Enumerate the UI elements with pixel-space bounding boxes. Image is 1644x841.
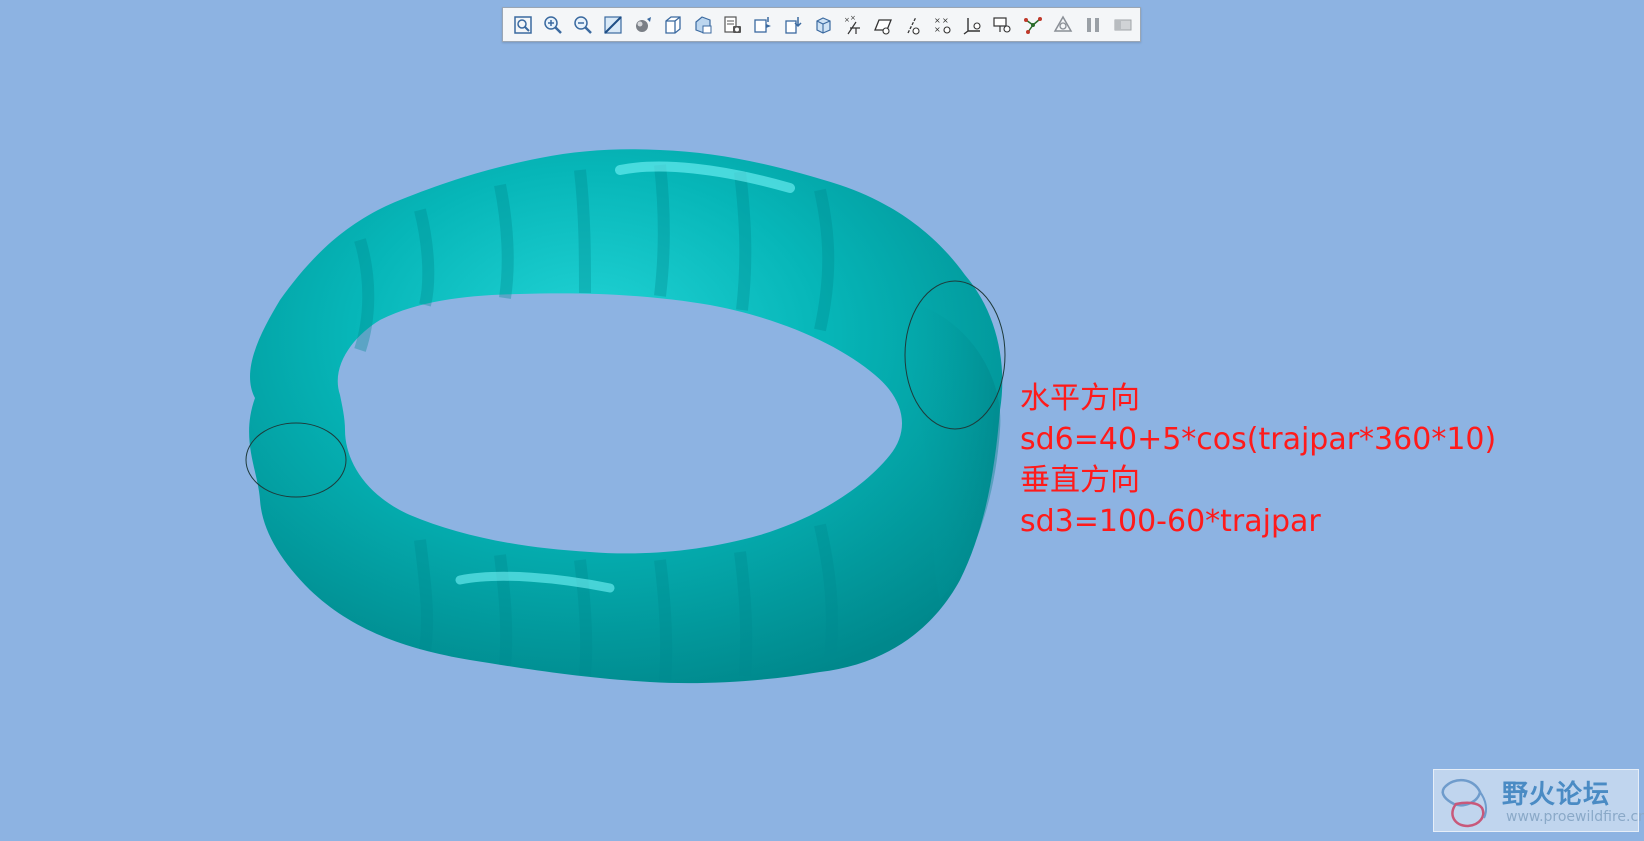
regenerate-button[interactable] <box>1049 11 1076 38</box>
annotation-display-button[interactable] <box>989 11 1016 38</box>
horizontal-formula: sd6=40+5*cos(trajpar*360*10) <box>1020 422 1497 457</box>
vertical-direction-label: 垂直方向 <box>1020 463 1140 498</box>
svg-text:×: × <box>844 16 850 24</box>
axis-display-button[interactable] <box>899 11 926 38</box>
regenerate-icon <box>1053 14 1072 32</box>
zoom-in-icon <box>543 15 562 34</box>
perspective-view-button[interactable] <box>779 11 806 38</box>
connection-display-icon <box>1023 16 1042 34</box>
repaint-icon <box>603 15 622 34</box>
csys-display-button[interactable] <box>959 11 986 38</box>
svg-text:×: × <box>942 16 949 25</box>
csys-display-icon <box>963 17 981 35</box>
spin-center-icon <box>815 16 831 34</box>
stop-icon <box>1114 19 1131 30</box>
view-manager-icon <box>694 15 711 34</box>
forum-watermark: 野火论坛 www.proewildfire.cn <box>1433 769 1644 832</box>
perspective-view-icon <box>784 16 802 34</box>
repaint-button[interactable] <box>599 11 626 38</box>
view-toolbar: × × × × × <box>502 7 1141 42</box>
pause-button[interactable] <box>1079 11 1106 38</box>
named-views-icon <box>753 16 771 33</box>
connection-display-button[interactable] <box>1019 11 1046 38</box>
wavy-torus-model[interactable] <box>245 149 1006 684</box>
point-display-icon: × ×× <box>934 16 951 34</box>
refit-button[interactable] <box>509 11 536 38</box>
section-view-button[interactable] <box>719 11 746 38</box>
horizontal-direction-label: 水平方向 <box>1020 381 1140 416</box>
display-style-icon <box>635 16 651 32</box>
datum-display-icon: × × <box>844 14 860 34</box>
named-views-button[interactable] <box>749 11 776 38</box>
zoom-in-button[interactable] <box>539 11 566 38</box>
display-style-button[interactable] <box>629 11 656 38</box>
point-display-button[interactable]: × × × <box>929 11 956 38</box>
annotation-display-icon <box>992 16 1011 33</box>
spin-center-button[interactable] <box>809 11 836 38</box>
plane-display-icon <box>873 18 892 35</box>
watermark-title: 野火论坛 <box>1502 780 1611 810</box>
section-view-icon <box>723 15 741 33</box>
zoom-out-icon <box>573 15 592 34</box>
pause-icon <box>1086 17 1099 32</box>
plane-display-button[interactable] <box>869 11 896 38</box>
axis-display-icon <box>906 16 920 35</box>
vertical-formula: sd3=100-60*trajpar <box>1020 504 1321 539</box>
formula-annotations: 水平方向 sd6=40+5*cos(trajpar*360*10) 垂直方向 s… <box>1020 378 1496 542</box>
zoom-out-button[interactable] <box>569 11 596 38</box>
saved-orientations-button[interactable] <box>659 11 686 38</box>
svg-text:×: × <box>850 14 856 22</box>
stop-button[interactable] <box>1109 11 1136 38</box>
view-manager-button[interactable] <box>689 11 716 38</box>
saved-orientations-icon <box>664 15 681 34</box>
datum-display-button[interactable]: × × <box>839 11 866 38</box>
svg-text:×: × <box>934 16 941 25</box>
svg-text:×: × <box>934 25 941 34</box>
refit-icon <box>513 15 532 34</box>
watermark-url: www.proewildfire.cn <box>1506 809 1644 825</box>
